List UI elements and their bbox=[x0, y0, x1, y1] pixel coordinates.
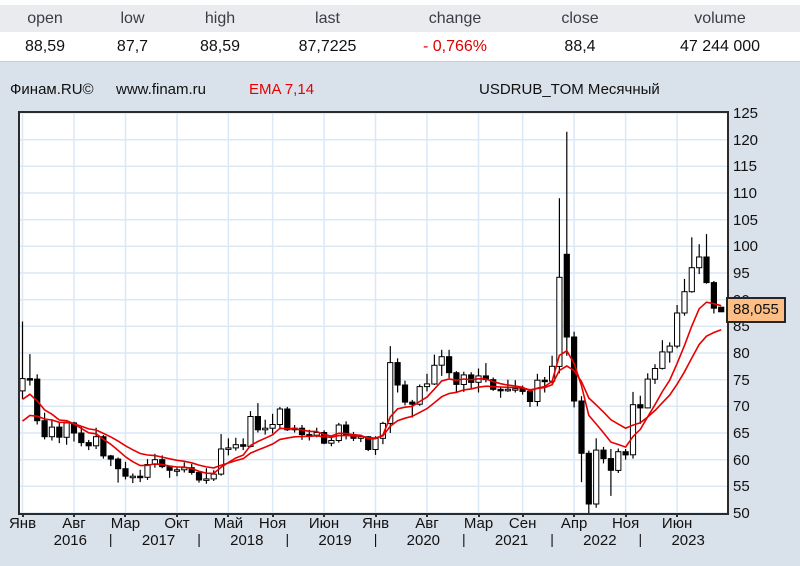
quote-col-label-close: close bbox=[520, 5, 640, 32]
quote-col-value-high: 88,59 bbox=[175, 32, 265, 61]
x-axis-year-separator: | bbox=[197, 531, 201, 547]
y-axis-tick-110: 110 bbox=[733, 185, 757, 202]
x-axis-year-separator: | bbox=[109, 531, 113, 547]
x-axis-tick-mark bbox=[573, 513, 575, 517]
candlestick-plot[interactable] bbox=[20, 113, 727, 513]
x-axis-month-label: Янв bbox=[362, 515, 389, 532]
y-axis-tick-120: 120 bbox=[733, 132, 758, 149]
y-axis-tick-75: 75 bbox=[733, 372, 750, 389]
x-axis-month-label: Авг bbox=[62, 515, 85, 532]
quote-bar: openlowhighlastchangeclosevolume 88,5987… bbox=[0, 0, 800, 62]
x-axis-tick-mark bbox=[124, 513, 126, 517]
quote-header-row: openlowhighlastchangeclosevolume bbox=[0, 5, 800, 32]
y-axis-tick-50: 50 bbox=[733, 505, 750, 522]
x-axis-year-separator: | bbox=[374, 531, 378, 547]
x-axis-tick-mark bbox=[272, 513, 274, 517]
x-axis-month-label: Ноя bbox=[612, 515, 639, 532]
quote-col-label-last: last bbox=[265, 5, 390, 32]
x-axis-month-label: Май bbox=[214, 515, 243, 532]
x-axis-tick-mark bbox=[426, 513, 428, 517]
x-axis-tick-mark bbox=[625, 513, 627, 517]
x-axis-month-label: Мар bbox=[464, 515, 493, 532]
quote-col-value-low: 87,7 bbox=[90, 32, 175, 61]
quote-col-value-close: 88,4 bbox=[520, 32, 640, 61]
x-axis-month-label: Апр bbox=[561, 515, 587, 532]
x-axis-tick-mark bbox=[375, 513, 377, 517]
quote-values-row: 88,5987,788,5987,7225- 0,766%88,447 244 … bbox=[0, 32, 800, 61]
quote-col-value-volume: 47 244 000 bbox=[640, 32, 800, 61]
y-axis-tick-95: 95 bbox=[733, 265, 750, 282]
x-axis-month-label: Янв bbox=[9, 515, 36, 532]
x-axis-tick-mark bbox=[323, 513, 325, 517]
x-axis-tick-mark bbox=[522, 513, 524, 517]
y-axis-tick-80: 80 bbox=[733, 345, 750, 362]
x-axis-month-label: Мар bbox=[111, 515, 140, 532]
x-axis-year-label: 2018 bbox=[230, 532, 263, 549]
y-axis-tick-60: 60 bbox=[733, 452, 750, 469]
x-axis-year-label: 2016 bbox=[54, 532, 87, 549]
x-axis-tick-mark bbox=[676, 513, 678, 517]
x-axis-tick-mark bbox=[478, 513, 480, 517]
x-axis-year-separator: | bbox=[462, 531, 466, 547]
x-axis-tick-mark bbox=[22, 513, 24, 517]
x-axis-year-label: 2017 bbox=[142, 532, 175, 549]
x-axis-month-label: Сен bbox=[509, 515, 536, 532]
x-axis-tick-mark bbox=[73, 513, 75, 517]
x-axis-month-label: Авг bbox=[415, 515, 438, 532]
x-axis-tick-mark bbox=[227, 513, 229, 517]
x-axis-tick-mark bbox=[176, 513, 178, 517]
quote-col-label-change: change bbox=[390, 5, 520, 32]
y-axis-tick-55: 55 bbox=[733, 478, 750, 495]
quote-col-label-high: high bbox=[175, 5, 265, 32]
instrument-title: USDRUB_TOM Месячный bbox=[479, 81, 660, 98]
x-axis-month-label: Июн bbox=[309, 515, 339, 532]
x-axis-month-label: Окт bbox=[164, 515, 189, 532]
last-price-badge: 88,055 bbox=[726, 297, 786, 323]
x-axis-year-label: 2022 bbox=[583, 532, 616, 549]
quote-col-label-volume: volume bbox=[640, 5, 800, 32]
x-axis-month-label: Июн bbox=[662, 515, 692, 532]
x-axis-year-label: 2023 bbox=[671, 532, 704, 549]
y-axis-tick-70: 70 bbox=[733, 398, 750, 415]
quote-col-value-change: - 0,766% bbox=[390, 32, 520, 61]
x-axis-year-label: 2020 bbox=[407, 532, 440, 549]
price-chart-area[interactable] bbox=[18, 111, 729, 515]
y-axis-tick-105: 105 bbox=[733, 212, 758, 229]
x-axis-year-separator: | bbox=[638, 531, 642, 547]
site-logo-text: Финам.RU© bbox=[10, 81, 94, 98]
x-axis-year-label: 2021 bbox=[495, 532, 528, 549]
y-axis-tick-100: 100 bbox=[733, 238, 758, 255]
site-url-link[interactable]: www.finam.ru bbox=[116, 81, 206, 98]
y-axis-tick-115: 115 bbox=[733, 158, 757, 175]
quote-col-value-open: 88,59 bbox=[0, 32, 90, 61]
quote-col-label-low: low bbox=[90, 5, 175, 32]
x-axis-year-label: 2019 bbox=[318, 532, 351, 549]
ema-legend-label: EMA 7,14 bbox=[249, 81, 314, 98]
quote-col-label-open: open bbox=[0, 5, 90, 32]
x-axis-year-separator: | bbox=[285, 531, 289, 547]
quote-col-value-last: 87,7225 bbox=[265, 32, 390, 61]
x-axis-month-label: Ноя bbox=[259, 515, 286, 532]
x-axis-year-separator: | bbox=[550, 531, 554, 547]
y-axis-tick-125: 125 bbox=[733, 105, 758, 122]
quote-separator bbox=[0, 61, 800, 62]
y-axis-tick-65: 65 bbox=[733, 425, 750, 442]
